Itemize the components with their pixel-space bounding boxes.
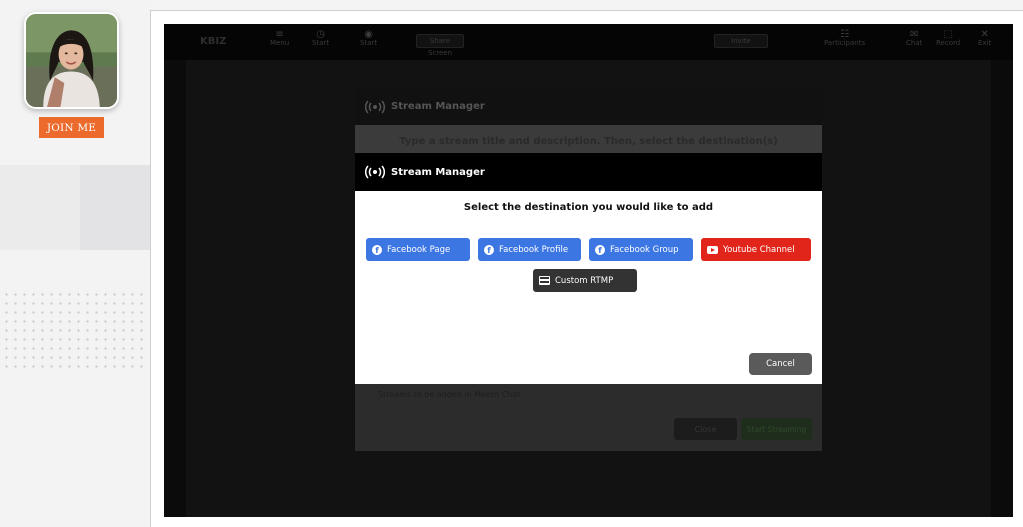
toolbar-label: Menu [270,39,290,47]
record-icon: ◉ [364,29,373,40]
youtube-icon [707,245,718,254]
avatar-photo [26,14,117,107]
toolbar-label: Exit [978,39,992,47]
avatar [24,12,119,109]
clock-icon: ◷ [316,29,325,40]
cancel-button[interactable]: Cancel [749,353,812,375]
stream-note: Streams to be added in Meetn Chat [378,390,521,399]
dialog-header: Stream Manager [355,88,822,125]
toolbar-label: Record [936,39,961,47]
dialog-title: Stream Manager [391,101,485,112]
meeting-toolbar: KBIZ ≡ Menu ◷ Start ◉ Start Share Screen In… [164,24,1013,60]
toolbar-label: Participants [824,39,866,47]
toolbar-menu-button[interactable]: ≡ Menu [270,30,289,48]
camera-icon: ⬚ [943,29,953,40]
toolbar-label: Start [360,39,378,47]
broadcast-icon [365,100,385,113]
button-label: Facebook Profile [499,244,569,255]
broadcast-icon [365,165,385,179]
decorative-block [0,165,80,250]
modal-header: Stream Manager [355,153,822,191]
button-label: Facebook Page [387,244,451,255]
button-label: Facebook Group [610,244,679,255]
close-icon: ✕ [980,29,989,40]
destination-picker-modal: Stream Manager Select the destination yo… [355,153,822,384]
start-streaming-button[interactable]: Start Streaming [741,418,812,440]
facebook-icon: f [595,244,605,255]
toolbar-start-button[interactable]: ◷ Start [312,30,329,48]
join-me-button[interactable]: JOIN ME [39,117,104,138]
youtube-channel-button[interactable]: Youtube Channel [701,238,811,261]
left-panel: JOIN ME [0,0,150,527]
toolbar-exit-button[interactable]: ✕ Exit [978,30,991,48]
app-logo: KBIZ [200,36,227,47]
facebook-group-button[interactable]: f Facebook Group [589,238,693,261]
modal-subtitle: Select the destination you would like to… [463,202,714,213]
button-label: Youtube Channel [723,244,795,255]
custom-rtmp-button[interactable]: Custom RTMP [533,269,637,292]
facebook-icon: f [484,244,494,255]
dialog-instruction: Type a stream title and description. The… [355,125,822,153]
close-button[interactable]: Close [674,418,737,440]
facebook-profile-button[interactable]: f Facebook Profile [478,238,581,261]
menu-icon: ≡ [275,29,284,40]
rtmp-server-icon [539,276,550,285]
toolbar-participants-button[interactable]: ☷ Participants [824,30,865,48]
chat-icon: ✉ [909,29,919,40]
modal-title: Stream Manager [391,166,485,178]
toolbar-record-button[interactable]: ⬚ Record [936,30,960,48]
invite-button[interactable]: Invite [714,34,768,48]
toolbar-label: Start [312,39,330,47]
share-screen-button[interactable]: Share Screen [416,34,464,57]
toolbar-chat-button[interactable]: ✉ Chat [906,30,922,48]
decorative-dot-grid [2,290,148,370]
toolbar-label: Chat [906,39,923,47]
decorative-block [80,165,150,250]
participants-icon: ☷ [840,29,850,40]
toolbar-start-button[interactable]: ◉ Start [360,30,377,48]
facebook-icon: f [372,244,382,255]
button-label: Custom RTMP [555,275,614,286]
facebook-page-button[interactable]: f Facebook Page [366,238,470,261]
